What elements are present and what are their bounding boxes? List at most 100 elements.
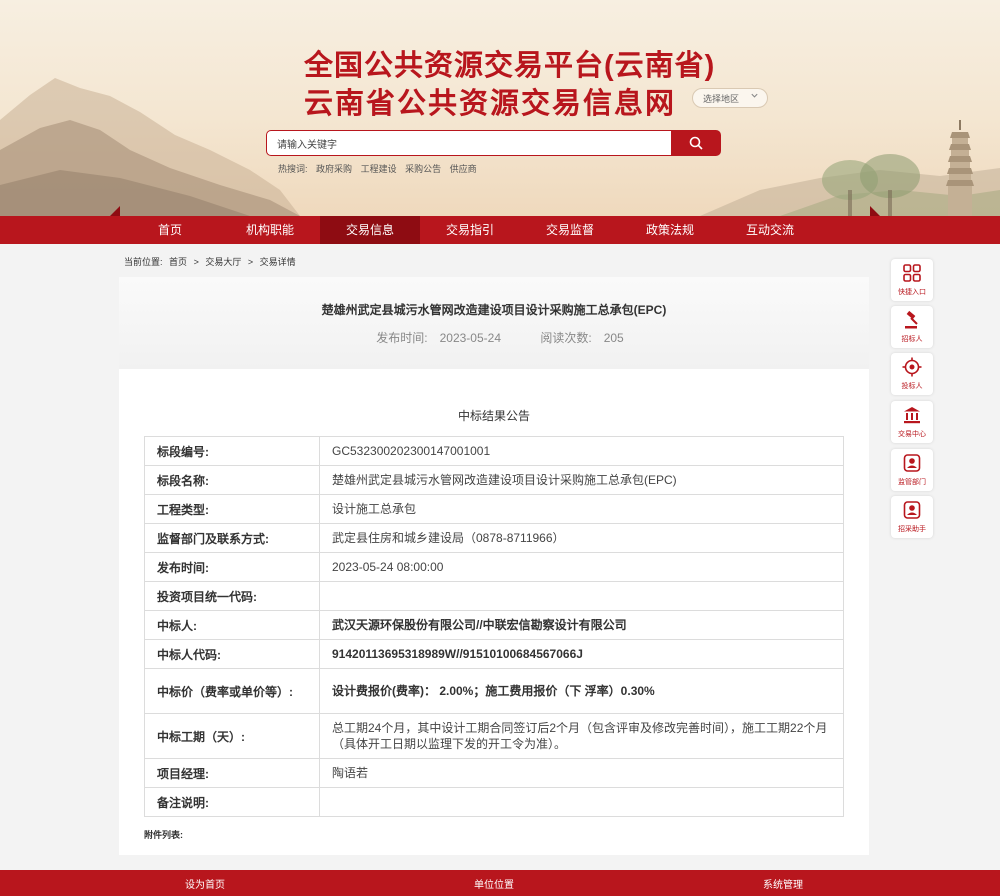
row-key: 监督部门及联系方式: [144, 523, 320, 553]
row-key: 项目经理: [144, 758, 320, 788]
breadcrumb-item-home[interactable]: 首页 [169, 257, 187, 267]
row-key: 投资项目统一代码: [144, 581, 320, 611]
side-tool-label: 快捷入口 [898, 289, 926, 296]
breadcrumb-item-hall[interactable]: 交易大厅 [205, 257, 241, 267]
footer-bar: 设为首页 单位位置 系统管理 [0, 870, 1000, 896]
gavel-icon [905, 310, 918, 329]
table-row: 中标工期（天）: 总工期24个月，其中设计工期合同签订后2个月（包含评审及修改完… [144, 713, 844, 759]
document-card: 楚雄州武定县城污水管网改造建设项目设计采购施工总承包(EPC) 发布时间: 202… [119, 277, 869, 855]
hot-search: 热搜词: 政府采购 工程建设 采购公告 供应商 [278, 162, 483, 175]
user-badge-icon [903, 454, 921, 472]
footer-link-system[interactable]: 系统管理 [763, 876, 803, 891]
row-value: 武汉天源环保股份有限公司//中联宏信勘察设计有限公司 [319, 610, 844, 640]
row-value [319, 581, 844, 611]
assistant-icon [903, 501, 921, 519]
table-row: 中标价（费率或单价等）: 设计费报价(费率)： 2.00%；施工费用报价（下 浮… [144, 668, 844, 714]
row-key: 中标工期（天）: [144, 713, 320, 759]
nav-item-home[interactable]: 首页 [120, 216, 220, 244]
views-count: 205 [603, 331, 624, 345]
nav-item-trade-info[interactable]: 交易信息 [320, 216, 420, 244]
side-tool-assistant[interactable]: 招采助手 [891, 496, 933, 538]
row-value: 总工期24个月，其中设计工期合同签订后2个月（包含评审及修改完善时间），施工工期… [319, 713, 844, 759]
side-tool-label: 招采助手 [898, 526, 926, 533]
breadcrumb-separator: > [247, 257, 254, 267]
hot-search-label: 热搜词: [278, 164, 308, 174]
table-row: 标段名称: 楚雄州武定县城污水管网改造建设项目设计采购施工总承包(EPC) [144, 465, 844, 495]
row-key: 中标人: [144, 610, 320, 640]
result-table: 标段编号: GC5323002023001470010​01 标段名称: 楚雄州… [144, 436, 844, 817]
breadcrumb: 当前位置: 首页 > 交易大厅 > 交易详情 [124, 255, 300, 268]
nav-item-trade-guide[interactable]: 交易指引 [420, 216, 520, 244]
table-row: 项目经理: 陶语若 [144, 758, 844, 788]
nav-item-institution[interactable]: 机构职能 [220, 216, 320, 244]
table-row: 监督部门及联系方式: 武定县住房和城乡建设局（0878-8711966） [144, 523, 844, 553]
side-tool-label: 交易中心 [898, 431, 926, 438]
row-key: 中标人代码: [144, 639, 320, 669]
views-label: 阅读次数: [540, 331, 592, 345]
side-tool-label: 监管部门 [898, 479, 926, 486]
row-value: GC5323002023001470010​01 [319, 436, 844, 466]
document-header: 楚雄州武定县城污水管网改造建设项目设计采购施工总承包(EPC) 发布时间: 202… [119, 277, 869, 369]
section-title: 中标结果公告 [457, 409, 530, 423]
side-tool-quick-entry[interactable]: 快捷入口 [891, 259, 933, 301]
hot-word-link[interactable]: 工程建设 [361, 164, 397, 174]
side-tool-label: 招标人 [901, 336, 923, 343]
side-tool-bidder[interactable]: 投标人 [891, 353, 933, 395]
table-row: 标段编号: GC5323002023001470010​01 [144, 436, 844, 466]
row-key: 工程类型: [144, 494, 320, 524]
side-tool-trade-center[interactable]: 交易中心 [891, 401, 933, 443]
breadcrumb-prefix: 当前位置: [124, 257, 163, 267]
side-tool-label: 投标人 [901, 383, 923, 390]
row-value: 设计费报价(费率)： 2.00%；施工费用报价（下 浮率）0.30% [319, 668, 844, 714]
side-tool-tenderer[interactable]: 招标人 [891, 306, 933, 348]
row-key: 发布时间: [144, 552, 320, 582]
site-title-line2: 云南省公共资源交易信息网 [304, 88, 677, 120]
pagoda-illustration [946, 120, 974, 216]
nav-item-interaction[interactable]: 互动交流 [720, 216, 820, 244]
search-button[interactable] [671, 130, 721, 156]
document-meta: 发布时间: 2023-05-24 阅读次数: 205 [119, 329, 869, 346]
main-nav: 首页 机构职能 交易信息 交易指引 交易监督 政策法规 互动交流 [0, 206, 1000, 244]
hot-word-link[interactable]: 采购公告 [405, 164, 441, 174]
table-row: 中标人代码: 91420113695318989W//9151010068456… [144, 639, 844, 669]
search-icon [689, 136, 703, 150]
region-select[interactable]: 选择地区 [692, 88, 768, 108]
nav-corner-decoration [110, 206, 120, 216]
target-icon [902, 357, 922, 377]
grid-icon [903, 264, 921, 282]
footer-link-set-home[interactable]: 设为首页 [185, 876, 225, 891]
row-key: 标段编号: [144, 436, 320, 466]
side-tool-regulator[interactable]: 监管部门 [891, 449, 933, 491]
footer-link-location[interactable]: 单位位置 [474, 876, 514, 891]
breadcrumb-item-detail[interactable]: 交易详情 [260, 257, 296, 267]
publish-date: 2023-05-24 [439, 331, 501, 345]
bank-icon [904, 407, 920, 424]
row-value: 陶语若 [319, 758, 844, 788]
site-title-line1: 全国公共资源交易平台(云南省) [304, 50, 716, 82]
document-title: 楚雄州武定县城污水管网改造建设项目设计采购施工总承包(EPC) [321, 303, 667, 317]
search-input[interactable]: 请输入关键字 [266, 130, 672, 156]
breadcrumb-separator: > [193, 257, 199, 267]
row-value [319, 787, 844, 817]
table-row: 发布时间: 2023-05-24 08:00:00 [144, 552, 844, 582]
attachments-label: 附件列表: [144, 830, 183, 840]
chevron-down-icon [750, 91, 759, 102]
table-row: 中标人: 武汉天源环保股份有限公司//中联宏信勘察设计有限公司 [144, 610, 844, 640]
nav-item-supervision[interactable]: 交易监督 [520, 216, 620, 244]
row-value: 武定县住房和城乡建设局（0878-8711966） [319, 523, 844, 553]
row-key: 标段名称: [144, 465, 320, 495]
publish-label: 发布时间: [376, 331, 428, 345]
row-value: 楚雄州武定县城污水管网改造建设项目设计采购施工总承包(EPC) [319, 465, 844, 495]
row-value: 设计施工总承包 [319, 494, 844, 524]
region-select-label: 选择地区 [703, 94, 740, 104]
table-row: 工程类型: 设计施工总承包 [144, 494, 844, 524]
row-value: 91420113695318989W//91510100684567066J [319, 639, 844, 669]
nav-item-policy[interactable]: 政策法规 [620, 216, 720, 244]
table-row: 备注说明: [144, 787, 844, 817]
row-key: 中标价（费率或单价等）: [144, 668, 320, 714]
nav-corner-decoration [870, 206, 880, 216]
hot-word-link[interactable]: 政府采购 [316, 164, 352, 174]
hot-word-link[interactable]: 供应商 [450, 164, 477, 174]
table-row: 投资项目统一代码: [144, 581, 844, 611]
row-key: 备注说明: [144, 787, 320, 817]
